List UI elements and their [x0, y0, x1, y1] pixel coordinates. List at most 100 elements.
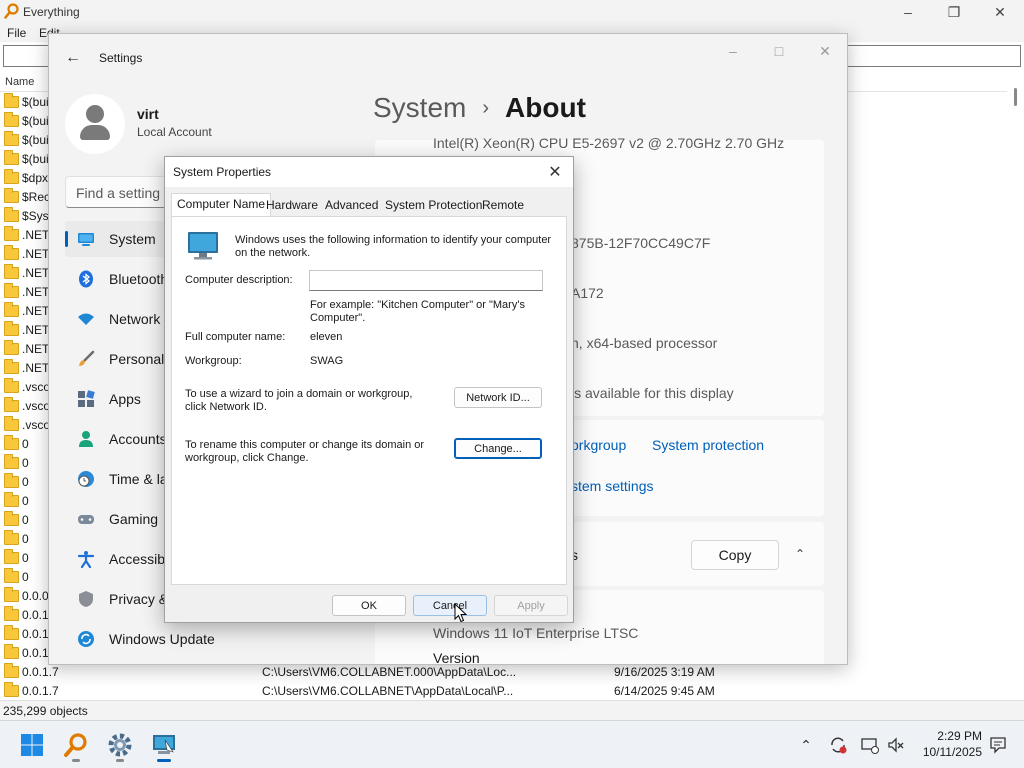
cancel-button[interactable]: Cancel — [413, 595, 487, 616]
file-name: 0 — [22, 437, 29, 451]
settings-maximize-button[interactable]: □ — [759, 42, 799, 60]
display-icon — [78, 233, 94, 246]
everything-logo-icon — [4, 3, 19, 19]
update-icon — [78, 631, 94, 647]
folder-icon — [4, 682, 19, 697]
apply-button[interactable]: Apply — [494, 595, 568, 616]
column-name-header[interactable]: Name — [5, 76, 34, 88]
tab-system-protection[interactable]: System Protection — [380, 195, 487, 216]
page-title: About — [505, 92, 586, 123]
tab-advanced[interactable]: Advanced — [320, 195, 383, 216]
settings-minimize-button[interactable]: – — [713, 42, 753, 60]
active-indicator — [157, 759, 171, 762]
ok-button[interactable]: OK — [332, 595, 406, 616]
breadcrumb-parent[interactable]: System — [373, 92, 466, 123]
folder-icon — [4, 568, 19, 583]
speaker-muted-icon[interactable] — [886, 735, 906, 755]
back-arrow-icon[interactable]: ← — [61, 48, 85, 68]
chevron-up-icon[interactable]: ⌃ — [789, 543, 811, 565]
folder-icon — [4, 340, 19, 355]
file-name: 0 — [22, 456, 29, 470]
running-indicator — [72, 759, 80, 762]
everything-search-icon — [64, 733, 87, 757]
system-properties-dialog: System Properties ✕ Computer Name Hardwa… — [164, 156, 574, 623]
nav-item-windows-update[interactable]: Windows Update — [65, 621, 215, 657]
sync-icon — [831, 737, 847, 754]
folder-icon — [4, 625, 19, 640]
folder-icon — [4, 397, 19, 412]
list-item[interactable]: 0.0.1.7 C:\Users\VM6.COLLABNET.000\AppDat… — [0, 663, 1000, 682]
file-name: $(bui — [22, 133, 49, 147]
device-id-value: 875B-12F70CC49C7F — [571, 235, 711, 251]
notification-center-icon — [990, 737, 1006, 754]
tab-hardware[interactable]: Hardware — [261, 195, 323, 216]
everything-statusbar: 235,299 objects — [0, 700, 1024, 720]
file-name: .NET — [22, 342, 50, 356]
list-item[interactable]: 0.0.1.7 C:\Users\VM6.COLLABNET\AppData\Lo… — [0, 682, 1000, 701]
computer-description-input[interactable] — [309, 270, 543, 291]
close-button[interactable]: ✕ — [977, 0, 1023, 24]
change-button[interactable]: Change... — [454, 438, 542, 459]
taskbar-system-properties[interactable] — [146, 727, 182, 763]
object-count: 235,299 objects — [3, 704, 88, 718]
avatar[interactable] — [65, 94, 125, 154]
dialog-title: System Properties — [173, 165, 272, 179]
folder-icon — [4, 226, 19, 241]
product-id-value: A172 — [571, 285, 604, 301]
clock-date[interactable]: 10/11/2025 — [910, 745, 982, 759]
system-type-value: n, x64-based processor — [571, 335, 718, 351]
maximize-button[interactable]: ❐ — [931, 0, 977, 24]
tab-remote[interactable]: Remote — [477, 195, 529, 216]
file-name: .NET — [22, 361, 50, 375]
notifications-icon[interactable] — [988, 735, 1008, 755]
minimize-button[interactable]: – — [885, 0, 931, 24]
clock-time[interactable]: 2:29 PM — [918, 729, 982, 743]
folder-icon — [4, 587, 19, 602]
shield-icon — [79, 591, 93, 607]
file-name: $(bui — [22, 114, 49, 128]
system-protection-link[interactable]: System protection — [652, 437, 764, 453]
processor-value: Intel(R) Xeon(R) CPU E5-2697 v2 @ 2.70GH… — [433, 135, 785, 151]
nav-label-system: System — [109, 231, 156, 247]
change-description: To rename this computer or change its do… — [185, 439, 425, 464]
file-date: 9/16/2025 3:19 AM — [614, 665, 715, 679]
folder-icon — [4, 416, 19, 431]
file-name: $Rec — [22, 190, 51, 204]
network-id-button[interactable]: Network ID... — [454, 387, 542, 408]
brush-icon — [79, 350, 95, 366]
find-setting-input[interactable]: Find a setting — [65, 176, 175, 208]
computer-monitor-icon — [188, 232, 218, 260]
copy-button[interactable]: Copy — [691, 540, 779, 570]
scrollbar-thumb[interactable] — [1014, 88, 1017, 106]
tab-computer-name[interactable]: Computer Name — [171, 193, 272, 217]
computer-name-panel: Windows uses the following information t… — [171, 216, 567, 585]
menu-file[interactable]: File — [7, 26, 26, 40]
file-name: .NET — [22, 285, 50, 299]
taskbar-everything[interactable] — [58, 727, 94, 763]
accessibility-icon — [77, 551, 95, 568]
settings-close-button[interactable]: ✕ — [805, 42, 845, 60]
dialog-close-icon[interactable]: ✕ — [541, 160, 569, 184]
file-name: $(bui — [22, 152, 49, 166]
sync-alert-icon[interactable] — [828, 735, 848, 755]
settings-title: Settings — [99, 51, 143, 65]
nav-label-windows-update: Windows Update — [109, 631, 215, 647]
file-name: .NET — [22, 323, 50, 337]
gear-icon — [108, 733, 132, 757]
everything-titlebar: Everything – ❐ ✕ — [0, 0, 1024, 24]
advanced-system-settings-link[interactable]: stem settings — [571, 478, 653, 494]
chevron-up-icon[interactable]: ⌃ — [796, 735, 816, 755]
file-name: $(bui — [22, 95, 49, 109]
folder-icon — [4, 321, 19, 336]
display-network-icon — [861, 738, 879, 754]
everything-scrollbar[interactable] — [1007, 72, 1024, 700]
file-name: 0 — [22, 513, 29, 527]
network-id-description: To use a wizard to join a domain or work… — [185, 388, 413, 413]
folder-icon — [4, 663, 19, 678]
folder-icon — [4, 188, 19, 203]
domain-workgroup-link[interactable]: orkgroup — [571, 437, 626, 453]
nav-label-apps: Apps — [109, 391, 141, 407]
network-status-icon[interactable] — [860, 735, 880, 755]
taskbar-settings[interactable] — [102, 727, 138, 763]
start-button[interactable] — [14, 727, 50, 763]
